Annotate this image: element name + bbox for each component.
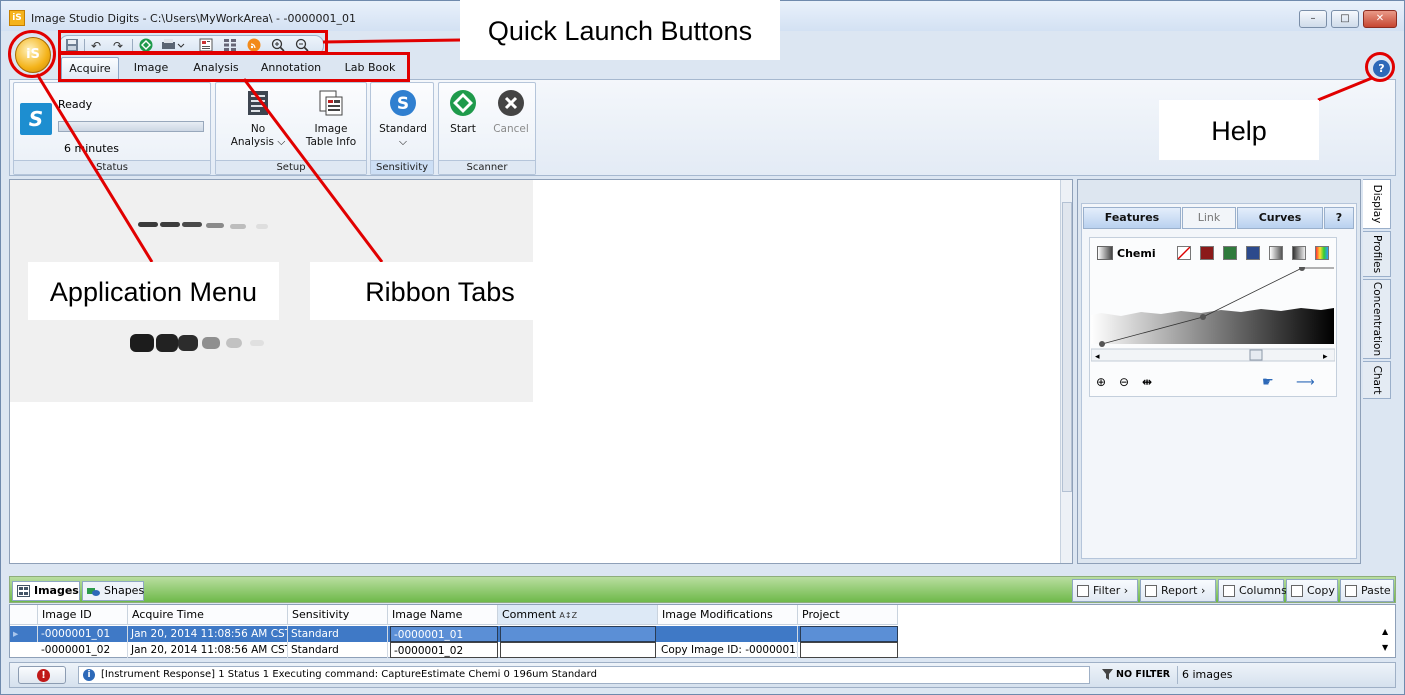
ribbon-tabs-highlight	[58, 52, 410, 82]
callout-ribbon-tabs: Ribbon Tabs	[310, 262, 570, 320]
app-menu-highlight	[8, 30, 56, 78]
callout-application-menu: Application Menu	[28, 262, 279, 320]
help-highlight	[1365, 52, 1395, 82]
callout-quick-launch: Quick Launch Buttons	[460, 0, 780, 60]
quick-launch-highlight	[58, 30, 328, 54]
callout-help: Help	[1159, 100, 1319, 160]
